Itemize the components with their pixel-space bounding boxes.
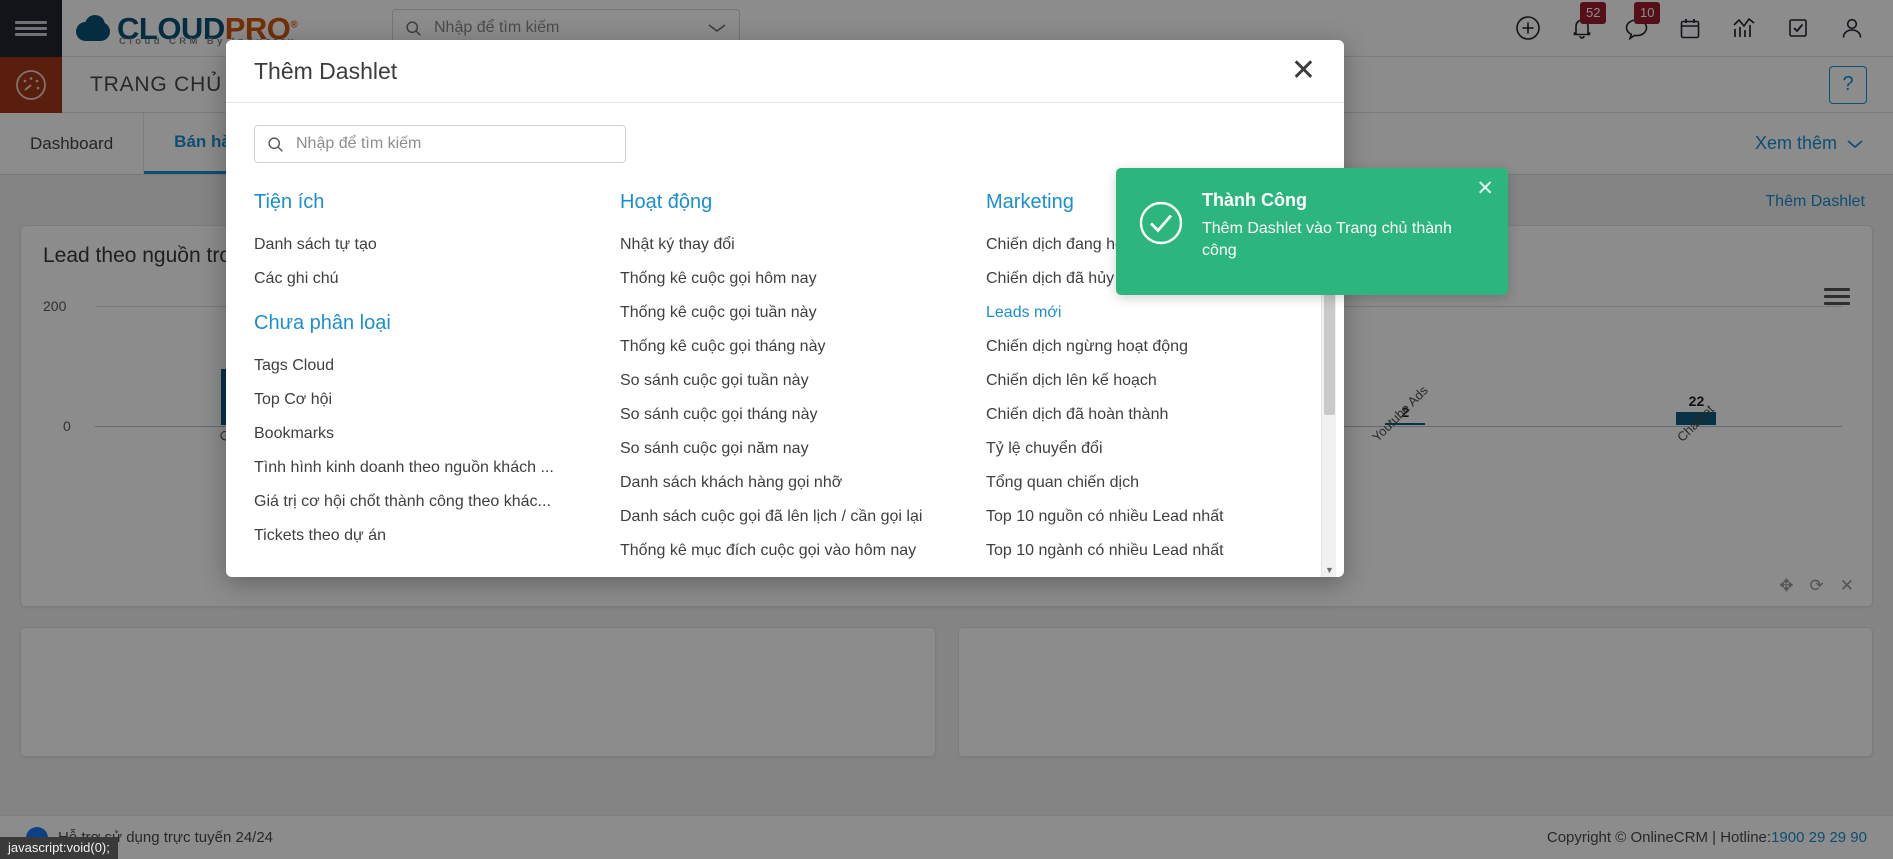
dashlet-item[interactable]: So sánh cuộc gọi tuần này xyxy=(620,364,972,398)
modal-title: Thêm Dashlet xyxy=(254,57,398,84)
dashlet-item[interactable]: Top Cơ hội xyxy=(254,383,606,417)
dashlet-item[interactable]: Các ghi chú xyxy=(254,262,606,296)
dashlet-item[interactable]: Top 10 ngành có nhiều Lead nhất xyxy=(986,534,1338,568)
dashlet-item[interactable]: Thống kê cuộc gọi hôm nay xyxy=(620,262,972,296)
dashlet-group: Tiện ích Danh sách tự tạo Các ghi chú xyxy=(254,191,606,296)
dashlet-item[interactable]: So sánh cuộc gọi năm nay xyxy=(620,432,972,466)
dashlet-item[interactable]: Leads mới xyxy=(986,296,1338,330)
dashlet-column-1: Tiện ích Danh sách tự tạo Các ghi chú Chưa … xyxy=(254,185,620,577)
dashlet-item[interactable]: Top 10 nguồn có nhiều Lead nhất xyxy=(986,500,1338,534)
dashlet-item[interactable]: Tickets theo dự án xyxy=(254,519,606,553)
dashlet-item[interactable]: Danh sách tự tạo xyxy=(254,228,606,262)
toast-title: Thành Công xyxy=(1202,190,1307,210)
dashlet-item[interactable]: Chiến dịch lên kế hoạch xyxy=(986,364,1338,398)
modal-search-input[interactable] xyxy=(296,135,613,153)
dashlet-item[interactable]: Thống kê mục đích cuộc gọi vào hôm nay xyxy=(620,534,972,568)
dashlet-group-title: Tiện ích xyxy=(254,191,325,213)
dashlet-item[interactable]: Nhật ký thay đổi xyxy=(620,228,972,262)
dashlet-item[interactable]: Bookmarks xyxy=(254,417,606,451)
success-toast: Thành Công Thêm Dashlet vào Trang chủ th… xyxy=(1116,168,1508,295)
search-icon xyxy=(268,136,283,152)
modal-close-button[interactable]: ✕ xyxy=(1291,56,1316,86)
scroll-down-icon[interactable]: ▼ xyxy=(1322,562,1337,577)
add-dashlet-modal: Thêm Dashlet ✕ Tiện íchDanh sách tự tạoC… xyxy=(226,40,1344,577)
toast-close-button[interactable]: ✕ xyxy=(1476,178,1494,199)
dashlet-item[interactable]: Chiến dịch đã hoàn thành xyxy=(986,398,1338,432)
dashlet-item[interactable]: Tỷ lệ chuyển đổi xyxy=(986,432,1338,466)
toast-message: Thêm Dashlet vào Trang chủ thành công xyxy=(1202,220,1452,259)
dashlet-group-title: Chưa phân loại xyxy=(254,312,391,334)
modal-search-row xyxy=(226,103,1344,177)
dashlet-item[interactable]: So sánh cuộc gọi tháng này xyxy=(620,398,972,432)
dashlet-item[interactable]: Chiến dịch ngừng hoạt động xyxy=(986,330,1338,364)
modal-header: Thêm Dashlet ✕ xyxy=(226,40,1344,103)
dashlet-group: Chưa phân loại Tags Cloud Top Cơ hội Bookma… xyxy=(254,312,606,553)
dashlet-item[interactable]: Tags Cloud xyxy=(254,349,606,383)
browser-status-bar: javascript:void(0); xyxy=(0,837,118,859)
dashlet-item[interactable]: Thống kê cuộc gọi tháng này xyxy=(620,330,972,364)
check-circle-icon xyxy=(1138,188,1186,295)
dashlet-item[interactable]: Thống kê cuộc gọi tuần này xyxy=(620,296,972,330)
dashlet-item[interactable]: Tình hình kinh doanh theo nguồn khách ..… xyxy=(254,451,606,485)
dashlet-column-2: Hoạt động Nhật ký thay đổi Thống kê cuộc g… xyxy=(620,185,986,577)
toast-content: Thành Công Thêm Dashlet vào Trang chủ th… xyxy=(1186,188,1482,295)
dashlet-item[interactable]: Tổng quan chiến dịch xyxy=(986,466,1338,500)
modal-search[interactable] xyxy=(254,125,626,163)
dashlet-group-title: Hoạt động xyxy=(620,191,713,213)
app-root: CLOUDPRO® Cloud CRM By Industry Nhập để … xyxy=(0,0,1893,859)
dashlet-group: Hoạt động Nhật ký thay đổi Thống kê cuộc g… xyxy=(620,191,972,568)
dashlet-item[interactable]: Danh sách khách hàng gọi nhỡ xyxy=(620,466,972,500)
dashlet-item[interactable]: Danh sách cuộc gọi đã lên lịch / cần gọi… xyxy=(620,500,972,534)
dashlet-item[interactable]: Giá trị cơ hội chốt thành công theo khác… xyxy=(254,485,606,519)
